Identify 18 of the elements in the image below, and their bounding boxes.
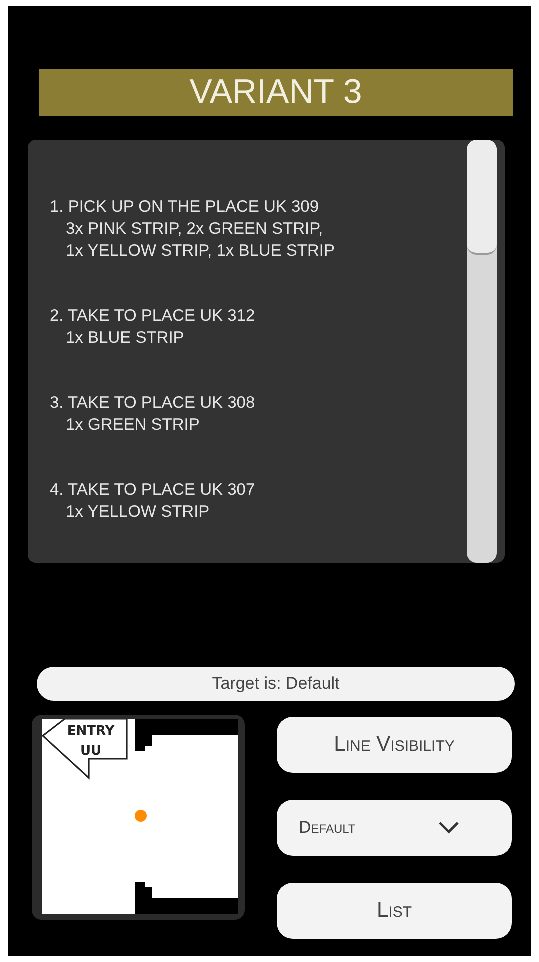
scrollbar-thumb[interactable] — [467, 140, 497, 255]
floor-map[interactable]: ENTRY UU — [42, 719, 238, 914]
title-banner: VARIANT 3 — [39, 69, 513, 116]
step-detail: 1x YELLOW STRIP — [65, 502, 211, 523]
step-detail: 1x YELLOW STRIP, 1x BLUE STRIP — [65, 241, 336, 262]
chevron-down-icon — [438, 821, 460, 835]
dropdown[interactable]: Default — [277, 800, 512, 856]
step-heading: 1. PICK UP ON THE PLACE UK 309 — [50, 197, 320, 218]
step-heading: 2. TAKE TO PLACE UK 312 — [50, 306, 256, 327]
target-label: Target is: Default — [37, 667, 515, 701]
step-detail: 1x BLUE STRIP — [65, 328, 186, 349]
step-detail: 3x PINK STRIP, 2x GREEN STRIP, — [65, 219, 324, 240]
button[interactable]: List — [277, 883, 512, 939]
scrollbar-track[interactable] — [467, 140, 497, 563]
step-heading: 4. TAKE TO PLACE UK 307 — [50, 480, 256, 501]
step-detail: 1x GREEN STRIP — [65, 415, 201, 436]
step-heading: 3. TAKE TO PLACE UK 308 — [50, 393, 256, 414]
button[interactable]: Line Visibility — [277, 717, 512, 773]
